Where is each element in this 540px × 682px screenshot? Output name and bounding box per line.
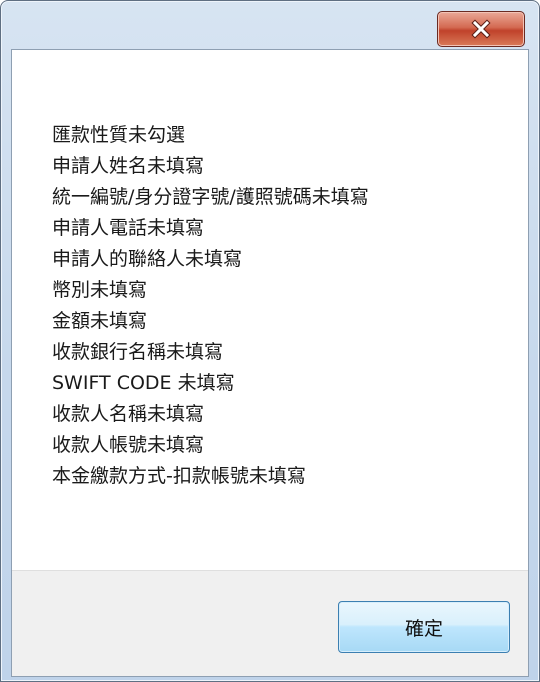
validation-message: 幣別未填寫 (52, 279, 148, 301)
validation-message: 申請人的聯絡人未填寫 (52, 248, 243, 270)
validation-message: 金額未填寫 (52, 310, 148, 332)
close-button[interactable] (437, 11, 525, 47)
ok-button[interactable]: 確定 (338, 601, 510, 653)
validation-message: 收款人帳號未填寫 (52, 434, 205, 456)
validation-message: 收款銀行名稱未填寫 (52, 341, 224, 363)
validation-message: 統一編號/身分證字號/護照號碼未填寫 (52, 186, 369, 208)
dialog-content: 匯款性質未勾選 申請人姓名未填寫 統一編號/身分證字號/護照號碼未填寫 申請人電… (11, 49, 529, 677)
validation-message: 申請人電話未填寫 (52, 217, 205, 239)
validation-message: 收款人名稱未填寫 (52, 403, 205, 425)
dialog-footer: 確定 (12, 570, 528, 676)
validation-message: SWIFT CODE 未填寫 (52, 372, 235, 394)
close-x-icon (471, 19, 491, 39)
title-bar[interactable] (1, 1, 540, 49)
validation-message: 本金繳款方式-扣款帳號未填寫 (52, 465, 306, 487)
validation-message: 匯款性質未勾選 (52, 124, 186, 146)
validation-message-list: 匯款性質未勾選 申請人姓名未填寫 統一編號/身分證字號/護照號碼未填寫 申請人電… (52, 120, 369, 492)
validation-message: 申請人姓名未填寫 (52, 155, 205, 177)
message-dialog: 匯款性質未勾選 申請人姓名未填寫 統一編號/身分證字號/護照號碼未填寫 申請人電… (0, 0, 540, 682)
